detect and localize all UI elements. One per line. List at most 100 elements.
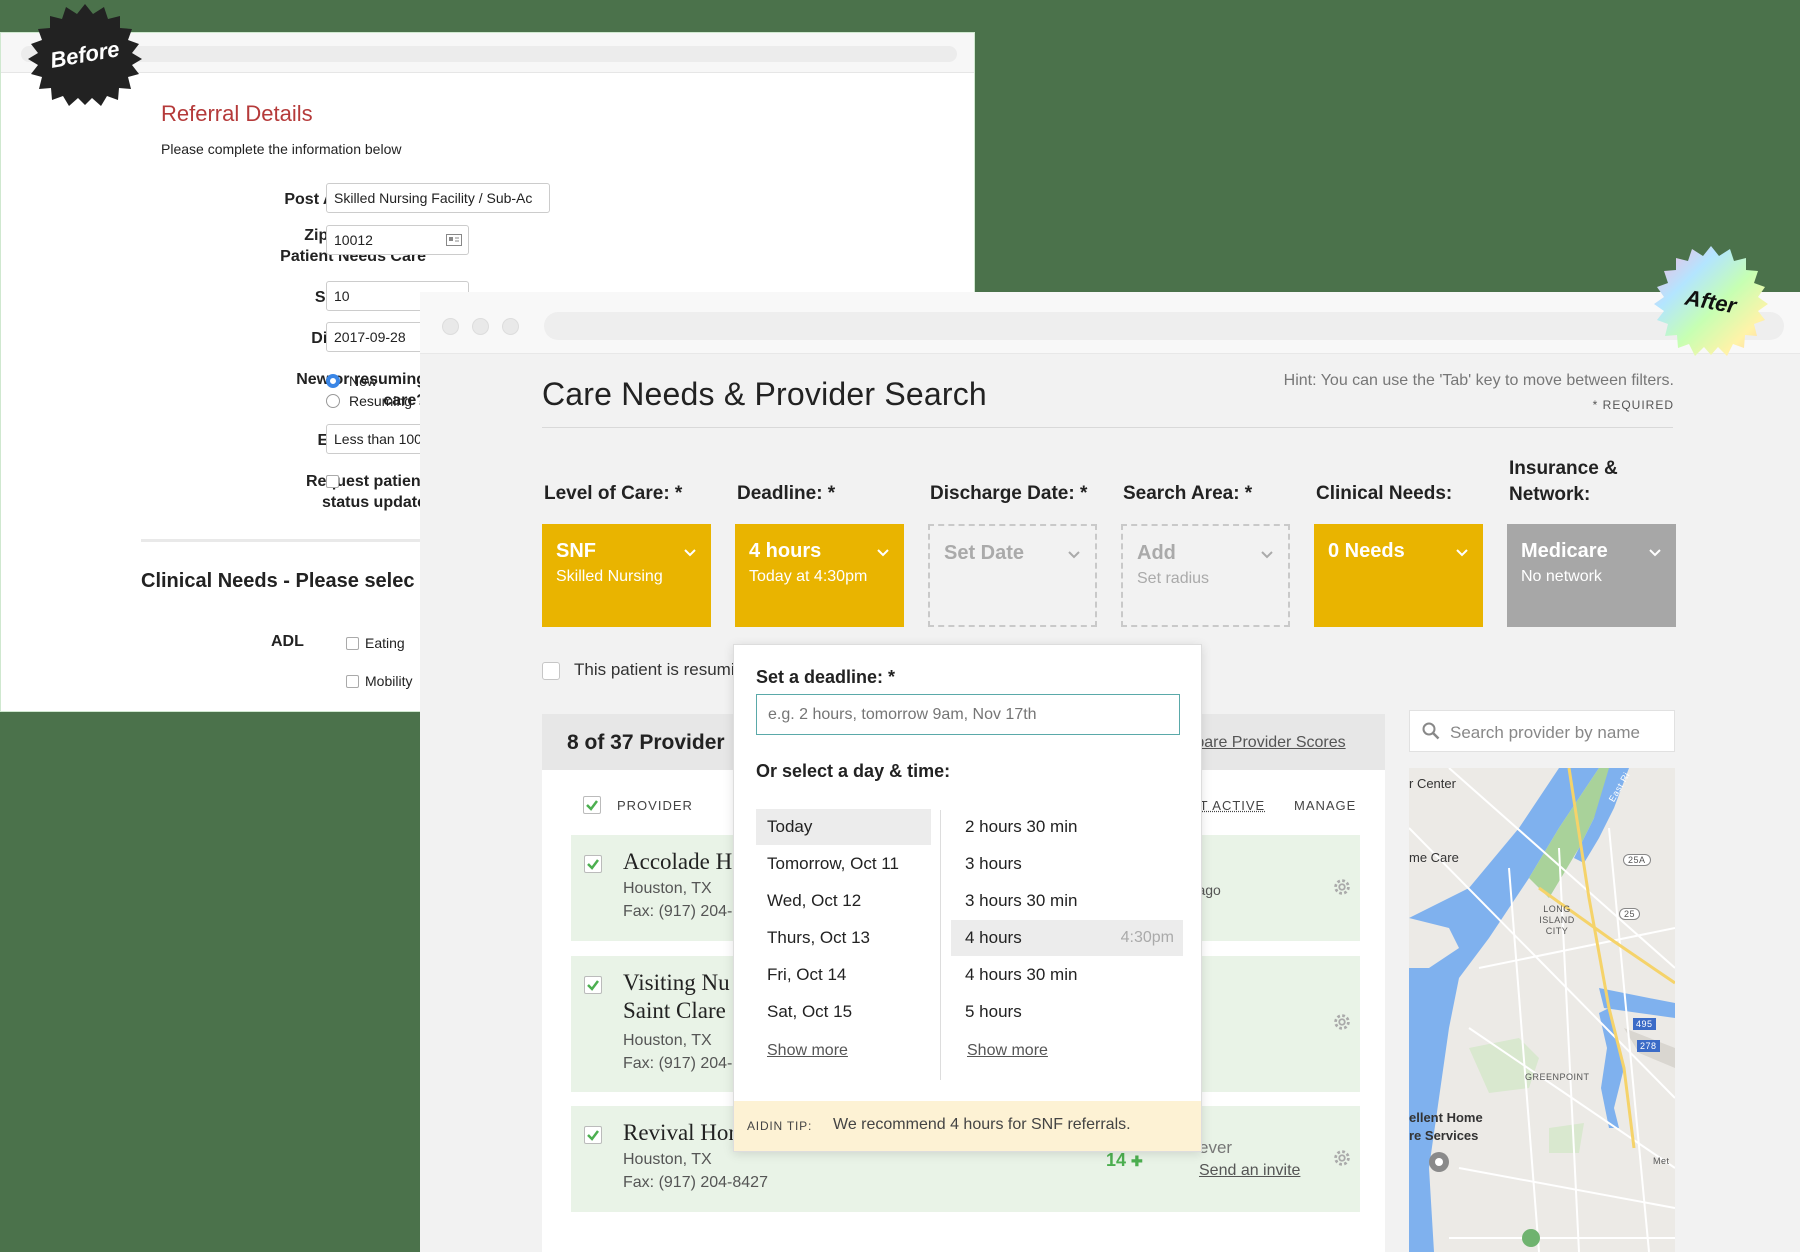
- show-more-days-link[interactable]: Show more: [767, 1042, 848, 1060]
- provider-fax: Fax: (917) 204-: [623, 1055, 733, 1072]
- day-option[interactable]: Fri, Oct 14: [756, 957, 931, 993]
- gear-icon[interactable]: [1331, 1011, 1353, 1033]
- select-all-checkbox[interactable]: [583, 796, 601, 814]
- day-option[interactable]: Tomorrow, Oct 11: [756, 846, 931, 882]
- filter-label: Level of Care: *: [544, 483, 683, 504]
- clinical-needs-dropdown[interactable]: 0 Needs: [1314, 524, 1483, 627]
- map-label: GREENPOINT: [1525, 1072, 1590, 1082]
- chevron-down-icon: [1456, 549, 1468, 557]
- search-icon: [1422, 722, 1440, 740]
- provider-city: Houston, TX: [623, 1151, 712, 1168]
- title-divider: [542, 427, 1673, 428]
- time-option[interactable]: 5 hours: [951, 994, 1183, 1030]
- provider-name-line-1[interactable]: Visiting Nu: [623, 969, 730, 997]
- status-label-line-2: status update: [321, 494, 426, 511]
- day-option[interactable]: Thurs, Oct 13: [756, 920, 931, 956]
- row-checkbox[interactable]: [584, 855, 602, 873]
- adl-mobility-checkbox[interactable]: [346, 674, 359, 688]
- plus-icon: ✚: [1131, 1153, 1143, 1169]
- zip-value: 10012: [334, 232, 373, 248]
- filter-label: Deadline: *: [737, 483, 836, 504]
- before-url-bar[interactable]: [21, 46, 957, 62]
- discharge-date-dropdown[interactable]: Set Date: [928, 524, 1097, 627]
- map-label: LONG ISLAND CITY: [1539, 904, 1575, 936]
- discharge-value: 2017-09-28: [334, 329, 406, 345]
- show-more-times-link[interactable]: Show more: [967, 1042, 1048, 1060]
- status-update-checkbox[interactable]: [326, 475, 339, 488]
- row-checkbox[interactable]: [584, 1126, 602, 1144]
- tip-label: AIDIN TIP:: [747, 1119, 813, 1133]
- gear-icon[interactable]: [1331, 1147, 1353, 1169]
- post-acute-value: Skilled Nursing Facility / Sub-Ac: [334, 190, 533, 206]
- highway-shield: 25A: [1623, 854, 1651, 866]
- provider-name-line-2[interactable]: Saint Clare: [623, 997, 726, 1025]
- post-acute-select[interactable]: Skilled Nursing Facility / Sub-Ac: [326, 183, 550, 213]
- search-placeholder: Search provider by name: [1450, 723, 1640, 742]
- tip-text: We recommend 4 hours for SNF referrals.: [833, 1116, 1131, 1133]
- adl-eating-checkbox[interactable]: [346, 636, 359, 650]
- map-label: r Center: [1409, 776, 1456, 791]
- chevron-down-icon: [877, 549, 889, 557]
- page-title: Care Needs & Provider Search: [542, 376, 987, 412]
- chevron-down-icon: [1261, 551, 1273, 559]
- chevron-down-icon: [1649, 549, 1661, 557]
- day-option[interactable]: Sat, Oct 15: [756, 994, 931, 1030]
- window-close-button[interactable]: [442, 318, 459, 335]
- search-area-dropdown[interactable]: Add Set radius: [1121, 524, 1290, 627]
- window-maximize-button[interactable]: [502, 318, 519, 335]
- insurance-dropdown[interactable]: Medicare No network: [1507, 524, 1676, 627]
- filter-label: Insurance & Network:: [1509, 456, 1689, 508]
- checkmark-icon: [587, 859, 599, 870]
- radio-resuming-dot[interactable]: [326, 394, 340, 408]
- aidin-tip: AIDIN TIP: We recommend 4 hours for SNF …: [734, 1101, 1201, 1151]
- filter-label-line-2: Network:: [1509, 484, 1591, 505]
- time-option-selected[interactable]: 4 hours 4:30pm: [951, 920, 1183, 956]
- highway-shield: 25: [1619, 908, 1641, 920]
- row-checkbox[interactable]: [584, 976, 602, 994]
- gear-icon[interactable]: [1331, 876, 1353, 898]
- adl-mobility-option[interactable]: Mobility: [346, 673, 412, 689]
- window-minimize-button[interactable]: [472, 318, 489, 335]
- after-url-bar[interactable]: [544, 312, 1784, 340]
- before-badge: Before: [24, 4, 146, 106]
- radio-new[interactable]: New: [326, 373, 377, 389]
- time-option[interactable]: 3 hours: [951, 846, 1183, 882]
- resuming-care-checkbox[interactable]: [542, 662, 560, 680]
- provider-search-input[interactable]: Search provider by name: [1409, 710, 1675, 752]
- checkmark-icon: [587, 1130, 599, 1141]
- map-label: me Care: [1409, 850, 1459, 865]
- filter-subvalue: No network: [1521, 568, 1602, 585]
- day-option[interactable]: Wed, Oct 12: [756, 883, 931, 919]
- provider-name[interactable]: Revival Hor: [623, 1119, 736, 1147]
- day-option[interactable]: Today: [756, 809, 931, 845]
- map-label: re Services: [1409, 1128, 1479, 1143]
- provider-map[interactable]: r Center me Care LONG ISLAND CITY GREENP…: [1409, 768, 1675, 1252]
- resuming-care-label: This patient is resumi: [574, 660, 735, 679]
- tab-hint: Hint: You can use the 'Tab' key to move …: [1283, 372, 1674, 389]
- time-option[interactable]: 2 hours 30 min: [951, 809, 1183, 845]
- compare-scores-link[interactable]: mpare Provider Scores: [1182, 734, 1346, 752]
- deadline-dropdown[interactable]: 4 hours Today at 4:30pm: [735, 524, 904, 627]
- level-of-care-dropdown[interactable]: SNF Skilled Nursing: [542, 524, 711, 627]
- referral-subtitle: Please complete the information below: [161, 141, 402, 157]
- filter-value: Set Date: [944, 542, 1025, 564]
- radio-resuming[interactable]: Resuming: [326, 393, 412, 409]
- time-option[interactable]: 4 hours 30 min: [951, 957, 1183, 993]
- send-invite-link[interactable]: Send an invite: [1199, 1162, 1300, 1180]
- column-manage: MANAGE: [1294, 798, 1357, 813]
- filter-value: Medicare: [1521, 540, 1608, 562]
- filter-value: 0 Needs: [1328, 540, 1405, 562]
- time-option[interactable]: 3 hours 30 min: [951, 883, 1183, 919]
- filter-label-line-1: Insurance &: [1509, 458, 1618, 479]
- zip-input[interactable]: 10012: [326, 225, 469, 255]
- provider-score: 14 ✚: [1106, 1150, 1143, 1171]
- deadline-input[interactable]: [756, 694, 1180, 735]
- provider-city: Houston, TX: [623, 880, 712, 897]
- checkmark-icon: [586, 800, 598, 811]
- column-provider[interactable]: PROVIDER: [617, 798, 693, 813]
- radio-new-dot[interactable]: [326, 374, 340, 388]
- provider-name[interactable]: Accolade H: [623, 848, 732, 876]
- adl-eating-option[interactable]: Eating: [346, 635, 405, 651]
- deadline-popover-title: Set a deadline: *: [756, 667, 896, 687]
- checkmark-icon: [587, 980, 599, 991]
